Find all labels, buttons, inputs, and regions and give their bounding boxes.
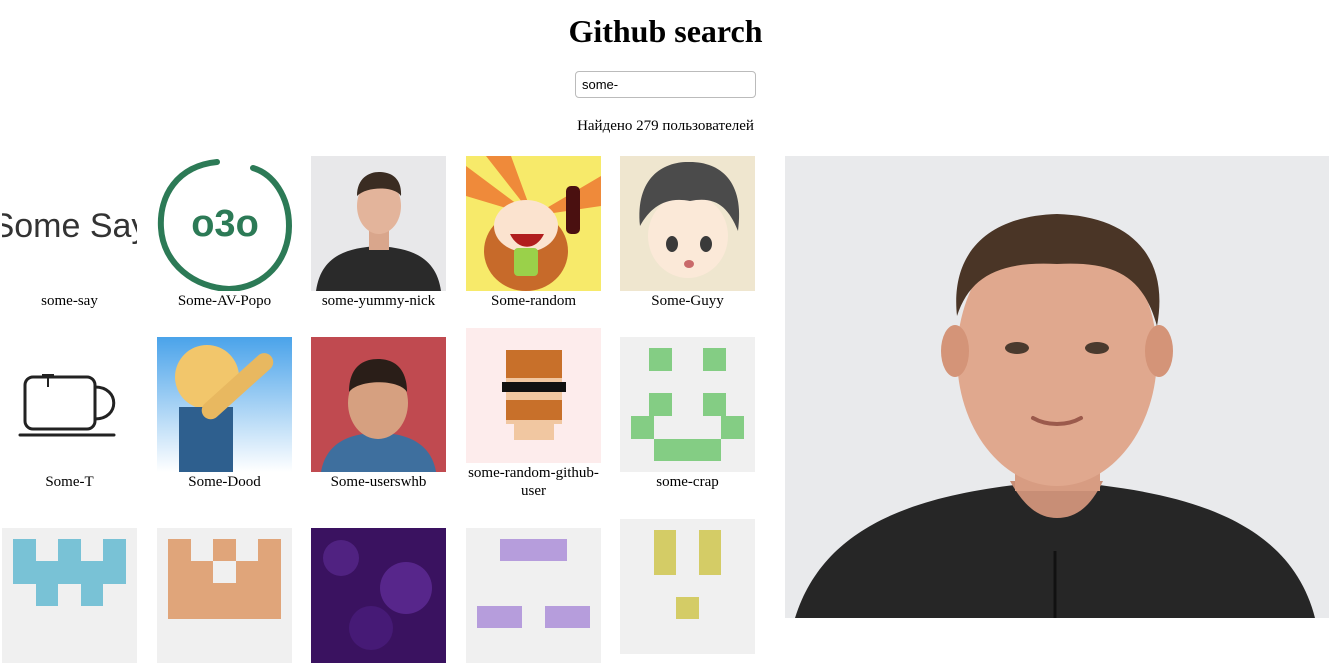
- user-card[interactable]: Some-userswhb: [311, 337, 446, 491]
- user-login: some-say: [41, 293, 98, 309]
- user-card[interactable]: Some-Guyy: [620, 156, 755, 310]
- user-card[interactable]: Some-T: [2, 337, 137, 491]
- user-card[interactable]: Some Say some-say: [2, 156, 137, 310]
- user-login: Some-random: [491, 293, 576, 309]
- user-avatar: [311, 528, 446, 663]
- page-title: Github search: [568, 13, 763, 49]
- user-card[interactable]: o3o Some-AV-Popo: [157, 156, 292, 310]
- user-card[interactable]: [620, 519, 755, 654]
- user-avatar: [466, 328, 601, 463]
- user-login: some-random-github-user: [468, 465, 599, 499]
- user-avatar: [620, 156, 755, 291]
- user-avatar: [620, 337, 755, 472]
- user-avatar: [466, 156, 601, 291]
- user-card[interactable]: some-yummy-nick: [311, 156, 446, 310]
- user-login: Some-T: [45, 474, 94, 490]
- user-avatar: [2, 528, 137, 663]
- user-avatar: [466, 528, 601, 663]
- avatar-wordmark: Some Say: [2, 207, 137, 245]
- user-card[interactable]: some-random-github-user: [466, 328, 601, 500]
- user-avatar: [2, 337, 137, 472]
- user-card[interactable]: Some-Dood: [157, 337, 292, 491]
- user-login: Some-Guyy: [651, 293, 724, 309]
- user-card[interactable]: [311, 528, 446, 663]
- avatar-glyphs: o3o: [191, 203, 259, 245]
- results-count: Найдено 279 пользователей: [577, 118, 754, 134]
- search-input[interactable]: [575, 71, 756, 98]
- user-login: Some-Dood: [188, 474, 261, 490]
- user-avatar: Some Say: [2, 156, 137, 291]
- user-card[interactable]: Some-random: [466, 156, 601, 310]
- user-login: Some-userswhb: [330, 474, 427, 490]
- user-login: Some-AV-Popo: [177, 293, 272, 309]
- user-avatar: [620, 519, 755, 654]
- user-avatar: [311, 337, 446, 472]
- user-card[interactable]: [2, 528, 137, 663]
- user-avatar: [157, 337, 292, 472]
- user-card[interactable]: [157, 528, 292, 663]
- user-avatar: [157, 528, 292, 663]
- selected-user-photo: [785, 156, 1329, 618]
- user-avatar: o3o: [157, 156, 292, 291]
- user-login: some-yummy-nick: [321, 293, 436, 309]
- user-card[interactable]: [466, 528, 601, 663]
- user-login: some-crap: [656, 474, 719, 490]
- user-avatar: [311, 156, 446, 291]
- user-card[interactable]: some-crap: [620, 337, 755, 491]
